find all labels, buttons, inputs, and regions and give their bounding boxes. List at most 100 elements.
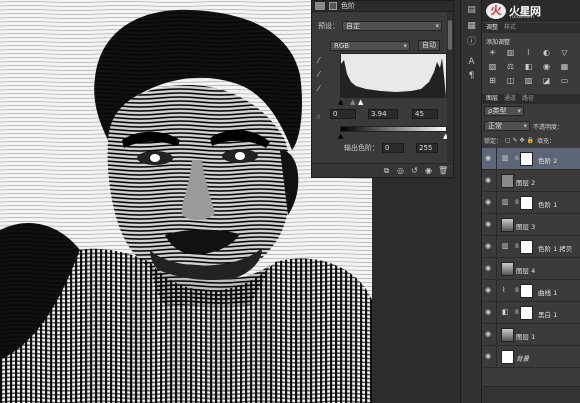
tab-paths[interactable]: 路径 <box>522 94 534 104</box>
paragraph-icon[interactable]: ¶ <box>465 70 478 82</box>
layer-row[interactable]: ◉ 图层 4 <box>482 258 580 280</box>
input-black-slider[interactable]: ▲ <box>338 98 343 106</box>
properties-icon[interactable]: ▦ <box>465 20 478 32</box>
layer-row[interactable]: ◉ 图层 1 <box>482 324 580 346</box>
layer-row[interactable]: ◉ ▥ 8 色阶 1 <box>482 192 580 214</box>
mask-icon[interactable] <box>329 2 337 10</box>
layer-row[interactable]: ◉ ◧ 8 黑白 1 <box>482 302 580 324</box>
visibility-eye-icon[interactable]: ◉ <box>485 177 494 184</box>
layer-thumbnail[interactable] <box>501 350 514 364</box>
tab-channels[interactable]: 通道 <box>504 94 516 104</box>
input-gamma-field[interactable]: 3.94 <box>368 109 398 119</box>
bw-icon[interactable]: ◧ <box>524 63 533 71</box>
posterize-icon[interactable]: ▨ <box>524 77 533 85</box>
balance-icon[interactable]: ⚖ <box>506 63 515 71</box>
delete-icon[interactable]: 🗑 <box>438 166 448 175</box>
eyedropper-black-icon[interactable]: ⁄ <box>318 56 319 65</box>
hand-icon[interactable]: ☝ <box>316 113 320 121</box>
curves-icon[interactable]: ⌇ <box>524 49 533 57</box>
layer-thumbnail[interactable] <box>501 174 514 188</box>
layer-filter-dropdown[interactable]: ρ类型 <box>484 106 524 116</box>
mask-link-icon[interactable]: 8 <box>515 287 519 294</box>
character-icon[interactable]: A <box>465 56 478 68</box>
visibility-eye-icon[interactable]: ◉ <box>485 287 494 294</box>
blend-mode-dropdown[interactable]: 正常 <box>484 121 530 131</box>
channel-dropdown[interactable]: RGB <box>330 40 410 51</box>
lock-icons[interactable]: ▢ ✎ ✥ 🔒 <box>505 137 534 144</box>
tab-layers[interactable]: 图层 <box>486 94 498 104</box>
mask-link-icon[interactable]: 8 <box>515 243 519 250</box>
visibility-eye-icon[interactable]: ◉ <box>485 199 494 206</box>
layer-mask-thumbnail[interactable] <box>520 284 533 298</box>
info-icon[interactable]: ⓘ <box>465 36 478 48</box>
channel-mixer-icon[interactable]: ▦ <box>560 63 569 71</box>
layer-mask-thumbnail[interactable] <box>520 196 533 210</box>
layer-row[interactable]: ◉ 图层 2 <box>482 170 580 192</box>
output-gradient-bar <box>340 126 447 132</box>
auto-button[interactable]: 自动 <box>418 40 440 51</box>
adjustments-icon <box>315 2 325 10</box>
layer-name: 曲线 1 <box>538 289 558 297</box>
output-black-field[interactable]: 0 <box>382 143 404 153</box>
exposure-icon[interactable]: ◐ <box>542 49 551 57</box>
eyedropper-gray-icon[interactable]: ⁄ <box>318 70 319 79</box>
levels-icon[interactable]: ▥ <box>506 49 515 57</box>
mask-link-icon[interactable]: 8 <box>515 309 519 316</box>
layer-thumbnail[interactable] <box>501 328 514 342</box>
gradient-map-icon[interactable]: ▭ <box>560 77 569 85</box>
photo-filter-icon[interactable]: ◉ <box>542 63 551 71</box>
adjust-tabbar: 调整 样式 <box>482 23 580 33</box>
input-gamma-slider[interactable]: ▲ <box>350 98 355 106</box>
input-white-slider[interactable]: ▲ <box>358 98 363 106</box>
visibility-eye-icon[interactable]: ◉ <box>485 309 494 316</box>
tab-styles[interactable]: 样式 <box>504 23 516 33</box>
output-black-slider[interactable]: ▲ <box>338 132 343 140</box>
vibrance-icon[interactable]: ▽ <box>560 49 569 57</box>
history-icon[interactable]: ▤ <box>465 4 478 16</box>
reset-icon[interactable]: ↺ <box>410 166 419 175</box>
hue-icon[interactable]: ▧ <box>488 63 497 71</box>
view-previous-icon[interactable]: ◎ <box>396 166 405 175</box>
preset-label: 预设： <box>318 22 339 30</box>
input-black-field[interactable]: 0 <box>330 109 356 119</box>
curves-icon: ⌇ <box>502 286 506 294</box>
layer-row[interactable]: ◉ ▥ 8 色阶 1 拷贝 <box>482 236 580 258</box>
layer-row[interactable]: ◉ ⌇ 8 曲线 1 <box>482 280 580 302</box>
brightness-icon[interactable]: ☀ <box>488 49 497 57</box>
invert-icon[interactable]: ◫ <box>506 77 515 85</box>
layer-thumbnail[interactable] <box>501 262 514 276</box>
properties-panel[interactable]: 色阶 预设： 自定 RGB 自动 ⁄ ⁄ ⁄ ▲ ▲ ▲ 0 3.94 45 ☝… <box>311 0 454 178</box>
visibility-eye-icon[interactable]: ◉ <box>485 265 494 272</box>
layer-row[interactable]: ◉ ▥ 8 色阶 2 <box>482 148 580 170</box>
layer-mask-thumbnail[interactable] <box>520 152 533 166</box>
scroll-thumb[interactable] <box>448 20 452 50</box>
visibility-eye-icon[interactable]: ◉ <box>485 155 494 162</box>
clip-to-layer-icon[interactable]: ⧉ <box>382 166 391 175</box>
layer-thumbnail[interactable] <box>501 218 514 232</box>
layers-list[interactable]: ◉ ▥ 8 色阶 2 ◉ 图层 2 ◉ ▥ 8 色阶 1 ◉ 图层 3 ◉ ▥ 8 色阶 1 拷贝 ◉ 图层 4 ◉… <box>482 148 580 370</box>
visibility-eye-icon[interactable]: ◉ <box>485 221 494 228</box>
layer-mask-thumbnail[interactable] <box>520 240 533 254</box>
output-white-field[interactable]: 255 <box>416 143 438 153</box>
layers-footer <box>482 386 580 403</box>
properties-scrollbar[interactable] <box>447 12 453 162</box>
layer-mask-thumbnail[interactable] <box>520 306 533 320</box>
layer-filter-label: ρ类型 <box>488 107 507 115</box>
lookup-icon[interactable]: ⊞ <box>488 77 497 85</box>
visibility-eye-icon[interactable]: ◉ <box>485 353 494 360</box>
visibility-icon[interactable]: ◉ <box>424 166 433 175</box>
layers-header: ρ类型 正常 不透明度： 锁定： ▢ ✎ ✥ 🔒 填充： <box>482 104 580 148</box>
tab-adjustments[interactable]: 调整 <box>486 23 498 33</box>
preset-dropdown[interactable]: 自定 <box>342 21 442 31</box>
mask-link-icon[interactable]: 8 <box>515 199 519 206</box>
layer-name: 图层 2 <box>516 179 536 187</box>
layer-row[interactable]: ◉ 背景 <box>482 346 580 368</box>
mask-link-icon[interactable]: 8 <box>515 155 519 162</box>
eyedropper-white-icon[interactable]: ⁄ <box>318 84 319 93</box>
threshold-icon[interactable]: ◪ <box>542 77 551 85</box>
visibility-eye-icon[interactable]: ◉ <box>485 331 494 338</box>
layer-row[interactable]: ◉ 图层 3 <box>482 214 580 236</box>
visibility-eye-icon[interactable]: ◉ <box>485 243 494 250</box>
output-levels-row: 输出色阶： 0 255 <box>344 143 438 153</box>
input-white-field[interactable]: 45 <box>412 109 438 119</box>
